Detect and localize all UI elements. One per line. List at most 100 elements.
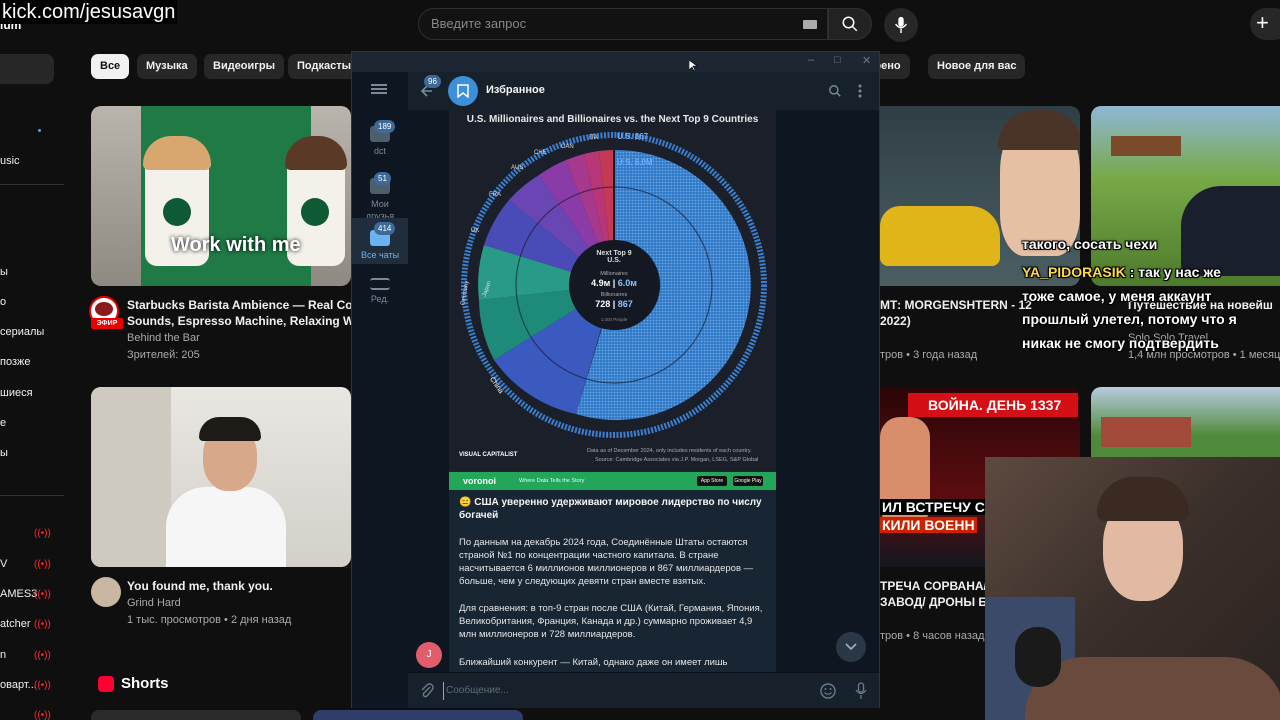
folder-dct[interactable]: dct 189 [352,116,408,162]
sender-avatar[interactable]: J [416,642,442,668]
sidebar-item-home[interactable] [0,54,54,84]
chip-all[interactable]: Все [91,54,130,79]
scroll-down-button[interactable] [836,632,866,662]
billionaires-values: 728 | 867 [595,299,633,309]
attach-icon[interactable] [420,683,434,699]
country-label: FRA [489,192,501,198]
channel-avatar[interactable] [91,577,121,607]
menu-icon[interactable] [371,84,387,94]
create-button[interactable]: + [1250,8,1280,40]
bookmark-icon [457,84,469,98]
search-input[interactable]: Введите запрос [431,16,526,31]
minimize-icon[interactable]: – [808,54,814,66]
live-icon: ((•)) [34,650,51,661]
message-bubble[interactable]: U.S. Millionaires and Billionaires vs. t… [449,110,776,672]
avatar-image [95,302,113,316]
mic-icon[interactable] [855,682,867,700]
sidebar-item[interactable]: е [0,417,6,429]
billionaires-label: Billionaires [600,292,628,298]
message-paragraph: Для сравнения: в топ-9 стран после США (… [459,603,763,640]
house [1101,417,1191,447]
telegram-window[interactable]: – □ ✕ dct 189 Мои друзья 51 Все чаты 414… [351,51,880,708]
folder-all-chats[interactable]: Все чаты 414 [352,218,408,264]
search-icon[interactable] [828,84,842,98]
video-meta: тров • 3 года назад [880,349,978,361]
channel-name[interactable]: Behind the Bar [127,332,200,344]
close-icon[interactable]: ✕ [862,54,871,67]
sidebar-item-music[interactable]: usic [0,155,20,167]
chat-title[interactable]: Избранное [486,84,545,96]
maximize-icon[interactable]: □ [834,54,841,66]
unread-badge: 96 [424,75,441,88]
mil-left-value: 4.9м [591,278,611,288]
starbucks-logo-icon [301,198,329,226]
more-vertical-icon[interactable] [858,84,862,98]
sidebar-subscription[interactable]: AMES3 [0,588,37,600]
folder-sidebar: dct 189 Мои друзья 51 Все чаты 414 Ред. [352,72,408,708]
channel-name[interactable]: Grind Hard [127,597,181,609]
short-thumbnail[interactable] [91,710,301,720]
sidebar-item[interactable]: ы [0,266,8,278]
video-title-line2[interactable]: ЗАВОД/ ДРОНЫ Б [880,594,987,610]
message-composer[interactable]: Сообщение... [408,672,879,708]
sidebar-item-watch-later[interactable]: позже [0,356,30,368]
stream-chat-line: YA_PIDORASIK : так у нас же [1022,264,1221,280]
bil-left-value: 728 [595,299,611,309]
text-cursor [443,682,444,700]
video-thumbnail[interactable] [1091,106,1280,286]
plus-icon: + [1256,10,1269,35]
people-note: 1,000 People [600,317,628,322]
live-badge: ЭФИР [91,318,123,329]
video-thumbnail[interactable] [91,387,351,567]
search-button[interactable] [828,8,872,40]
folder-friends[interactable]: Мои друзья 51 [352,168,408,221]
saved-messages-avatar[interactable] [448,76,478,106]
chip-games[interactable]: Видеоигры [204,54,284,79]
infographic-image[interactable]: U.S. Millionaires and Billionaires vs. t… [449,110,776,471]
sidebar-subscription[interactable]: оварт... [0,679,37,691]
sidebar-item[interactable]: ы [0,447,8,459]
sidebar-item-liked[interactable]: шиеся [0,387,33,399]
message-paragraph: Ближайший конкурент — Китай, однако даже… [459,657,728,668]
video-title[interactable]: МТ: MORGENSHTERN - 12 [880,297,1032,313]
live-icon: ((•)) [34,680,51,691]
app-store-badge: App Store [697,476,727,486]
chip-music[interactable]: Музыка [137,54,197,79]
voronoi-banner[interactable]: voronoi Where Data Tells the Story App S… [449,472,776,490]
sidebar-subscription[interactable]: n [0,649,6,661]
sidebar-subscription[interactable]: atcher [0,618,31,630]
video-thumbnail[interactable] [880,106,1080,286]
folder-edit[interactable]: Ред. [352,272,408,312]
emoji-icon[interactable] [820,683,836,699]
video-title-line2[interactable]: Sounds, Espresso Machine, Relaxing Wor [127,313,366,329]
video-title-line2[interactable]: 2022) [880,313,911,329]
video-title[interactable]: You found me, thank you. [127,578,273,594]
sidebar-item[interactable]: о [0,296,6,308]
chip-podcasts[interactable]: Подкасты [288,54,360,79]
video-thumbnail[interactable] [1091,387,1280,457]
keyboard-icon[interactable] [803,20,817,29]
unread-badge: 414 [374,222,396,235]
video-thumbnail[interactable]: Work with me [91,106,351,286]
search-box[interactable]: Введите запрос [418,8,828,40]
message-paragraph: По данным на декабрь 2024 года, Соединён… [459,537,754,587]
window-titlebar[interactable]: – □ ✕ [352,52,879,72]
brand-logo: VISUAL CAPITALIST [459,452,518,458]
chip-new-for-you[interactable]: Новое для вас [928,54,1026,79]
message-area[interactable]: U.S. Millionaires and Billionaires vs. t… [408,110,879,672]
infographic-source: Source: Cambridge Associates via J.P. Mo… [595,457,759,463]
folder-label: dct [373,146,386,156]
sidebar-item-series[interactable]: сериалы [0,326,44,338]
short-thumbnail[interactable] [313,710,523,720]
message-input[interactable]: Сообщение... [446,685,509,696]
millionaires-values: 4.9м | 6.0м [591,278,637,288]
infographic-footnote: Data as of December 2024, only includes … [587,448,752,454]
voice-search-button[interactable] [884,8,918,42]
new-content-dot [38,129,41,132]
video-title[interactable]: Starbucks Barista Ambience — Real Coffe [127,297,367,313]
message-headline: 😑 США уверенно удерживают мировое лидерс… [459,497,762,521]
video-title[interactable]: ТРЕЧА СОРВАНА/ [880,578,987,594]
sidebar-subscription[interactable]: V [0,558,7,570]
us-millionaire-label: U.S. 6.0M [617,158,653,167]
sliders-icon [370,278,390,290]
